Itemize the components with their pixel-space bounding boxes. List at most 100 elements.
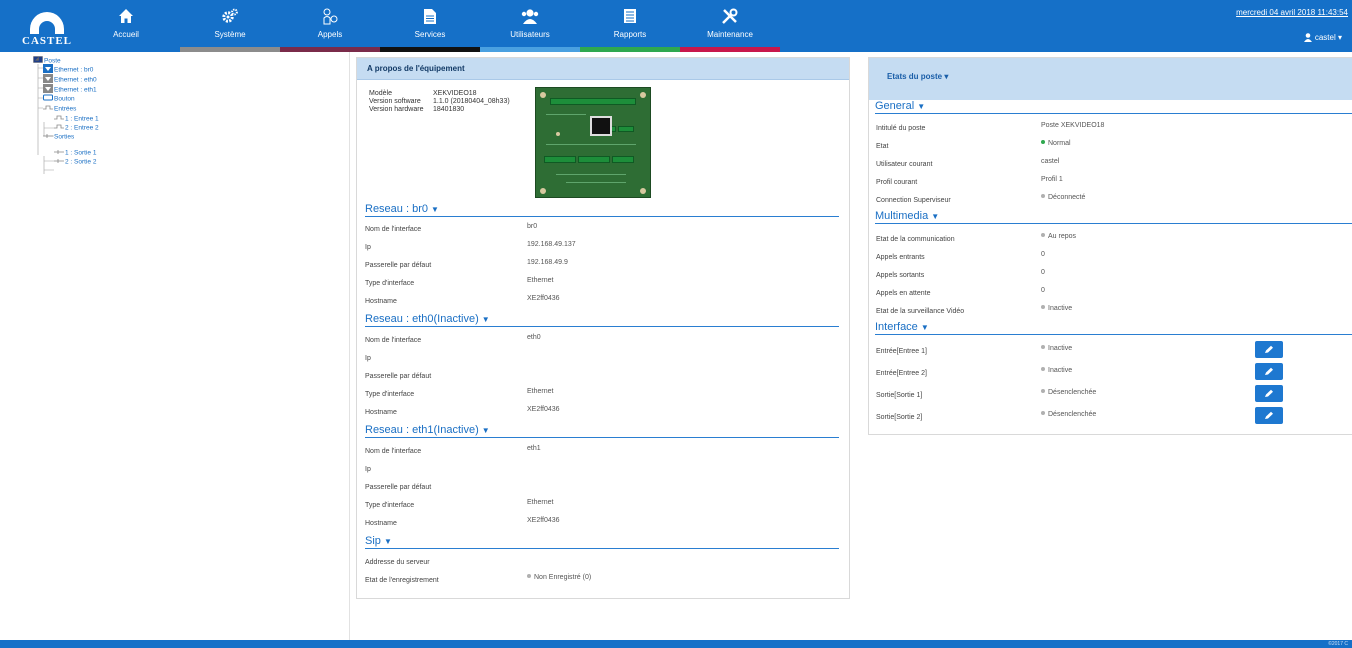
row-value: eth1: [527, 445, 541, 452]
row-label: Type d'interface: [365, 502, 415, 509]
edit-button[interactable]: [1255, 363, 1283, 380]
user-menu[interactable]: castel ▾: [1303, 33, 1342, 42]
status-row: Etat Normal: [876, 140, 1346, 150]
row-value: XE2ff0436: [527, 517, 560, 524]
row-value: 0: [1041, 287, 1045, 294]
nav-underline: [680, 47, 780, 52]
status-row: Profil courant Profil 1: [876, 176, 1346, 186]
status-dot: [1041, 194, 1045, 198]
row-label: Etat de la communication: [876, 236, 955, 243]
status-text: Profil 1: [1041, 176, 1063, 183]
footer: ©2017 C: [0, 640, 1352, 648]
section-title: General: [875, 100, 915, 112]
general-header[interactable]: General ▼: [875, 100, 1352, 114]
input-icon: [43, 104, 53, 114]
row-label: Hostname: [365, 520, 397, 527]
status-text: Non Enregistré (0): [534, 574, 592, 581]
row-label: Profil courant: [876, 179, 918, 186]
status-row: Appels entrants 0: [876, 251, 1346, 261]
status-dot: [1041, 305, 1045, 309]
net-row-hostname: Hostname XE2ff0436: [365, 295, 839, 305]
tree-item-bouton[interactable]: Bouton: [43, 94, 75, 104]
tree-label: Sorties: [54, 133, 75, 141]
nav-services[interactable]: Services: [380, 0, 480, 52]
tree-label: Entrées: [54, 105, 77, 113]
net-row-iface: Nom de l'interface br0: [365, 223, 839, 233]
logo-text: CASTEL: [22, 35, 73, 47]
sip-header[interactable]: Sip ▼: [365, 535, 839, 549]
nav-systeme[interactable]: Système: [180, 0, 280, 52]
output-icon: [54, 157, 64, 167]
model-label: Modèle: [369, 90, 392, 97]
chevron-down-icon: ▼: [431, 205, 439, 214]
nav-accueil[interactable]: Accueil: [76, 0, 176, 52]
tree-item-sorties[interactable]: Sorties: [43, 132, 74, 142]
button-icon: [43, 94, 53, 104]
user-name: castel: [1314, 33, 1336, 42]
row-label: Etat de la surveillance Vidéo: [876, 308, 965, 315]
row-label: Appels en attente: [876, 290, 931, 297]
nav-rapports[interactable]: Rapports: [580, 0, 680, 52]
edit-button[interactable]: [1255, 407, 1283, 424]
row-label: Type d'interface: [365, 391, 415, 398]
network-eth0-header[interactable]: Reseau : eth0(Inactive) ▼: [365, 313, 839, 327]
tree-item-sortie-2[interactable]: 2 : Sortie 2: [54, 157, 96, 167]
row-label: Etat de l'enregistrement: [365, 577, 439, 584]
castel-logo[interactable]: CASTEL: [22, 8, 72, 48]
tree-item-entrees[interactable]: Entrées: [43, 104, 76, 114]
net-row-type: Type d'interface Ethernet: [365, 388, 839, 398]
multimedia-header[interactable]: Multimedia ▼: [875, 210, 1352, 224]
status-dot: [1041, 411, 1045, 415]
network-br0-header[interactable]: Reseau : br0 ▼: [365, 203, 839, 217]
states-header[interactable]: Etats du poste ▾: [869, 58, 1352, 100]
nav-maintenance[interactable]: Maintenance: [680, 0, 780, 52]
net-row-type: Type d'interface Ethernet: [365, 499, 839, 509]
row-value: Déconnecté: [1041, 194, 1085, 201]
row-label: Addresse du serveur: [365, 559, 430, 566]
section-title: Sip: [365, 535, 381, 547]
status-row: Utilisateur courant castel: [876, 158, 1346, 168]
nav-label: Utilisateurs: [510, 30, 550, 39]
row-label: Appels sortants: [876, 272, 925, 279]
nav-label: Accueil: [113, 30, 139, 39]
edit-button[interactable]: [1255, 385, 1283, 402]
row-label: Ip: [365, 244, 371, 251]
tree-label: 2 : Entree 2: [65, 124, 99, 132]
network-eth1-header[interactable]: Reseau : eth1(Inactive) ▼: [365, 424, 839, 438]
row-value: Au repos: [1041, 233, 1076, 240]
model-value: XEKVIDEO18: [433, 90, 477, 97]
device-tree: Poste ◢ Ethernet : br0 Ethernet : eth0 E…: [0, 52, 350, 640]
row-label: Passerelle par défaut: [365, 262, 432, 269]
row-value: castel: [1041, 158, 1059, 165]
row-value: Désenclenchée: [1041, 411, 1096, 418]
section-title: Reseau : eth1(Inactive): [365, 424, 479, 436]
row-label: Etat: [876, 143, 889, 150]
row-label: Ip: [365, 466, 371, 473]
status-text: Inactive: [1048, 345, 1073, 352]
net-row-ip: Ip 192.168.49.137: [365, 241, 839, 251]
status-row: Etat de la communication Au repos: [876, 233, 1346, 243]
row-label: Connection Superviseur: [876, 197, 951, 204]
nav-label: Maintenance: [707, 30, 753, 39]
status-dot: [1041, 140, 1045, 144]
edit-button[interactable]: [1255, 341, 1283, 358]
users-icon: [480, 8, 580, 28]
status-row: Intitulé du poste Poste XEKVIDEO18: [876, 122, 1346, 132]
row-value: Inactive: [1041, 367, 1072, 374]
status-text: Inactive: [1048, 305, 1073, 312]
nav-appels[interactable]: Appels: [280, 0, 380, 52]
tree-collapse-icon[interactable]: ◢: [35, 56, 39, 62]
row-value: Non Enregistré (0): [527, 574, 591, 581]
datetime[interactable]: mercredi 04 avril 2018 11:43:54: [1236, 8, 1348, 17]
nav-utilisateurs[interactable]: Utilisateurs: [480, 0, 580, 52]
row-value: Ethernet: [527, 388, 554, 395]
row-label: Entrée[Entree 1]: [876, 348, 927, 355]
status-text: Au repos: [1048, 233, 1077, 240]
chevron-down-icon: ▼: [481, 315, 490, 324]
edit-icon: [1265, 345, 1273, 353]
row-label: Nom de l'interface: [365, 448, 422, 455]
interface-header[interactable]: Interface ▼: [875, 321, 1352, 335]
chevron-down-icon: ▼: [383, 537, 392, 546]
net-row-gateway: Passerelle par défaut: [365, 373, 839, 380]
row-value: Inactive: [1041, 345, 1072, 352]
